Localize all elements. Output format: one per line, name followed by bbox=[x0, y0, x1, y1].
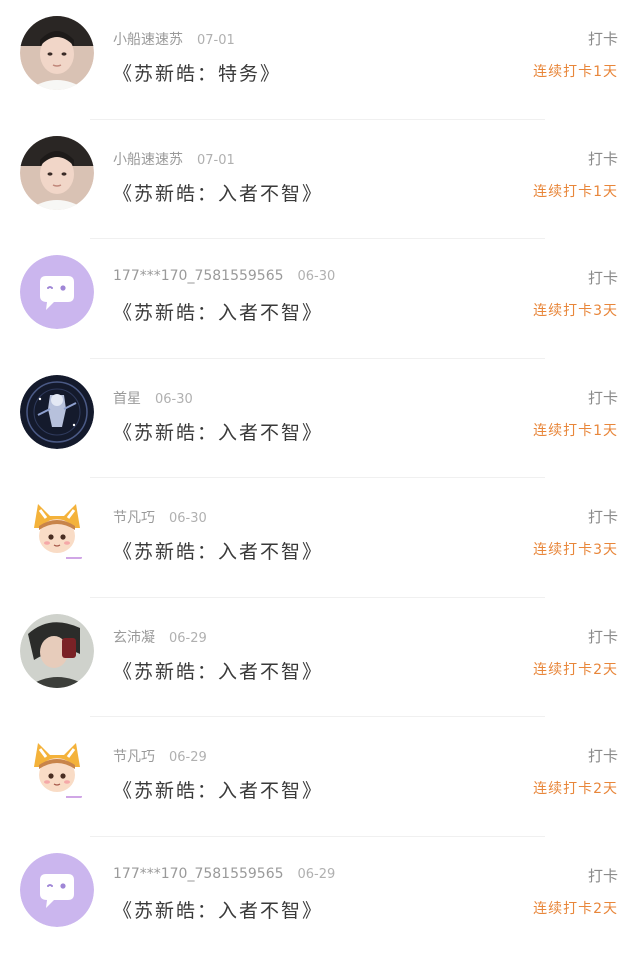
streak-label: 连续打卡1天 bbox=[533, 61, 618, 81]
streak-label: 连续打卡2天 bbox=[533, 898, 618, 918]
photo-avatar-boy-icon[interactable] bbox=[20, 136, 94, 210]
cartoon-cat-hat-avatar-icon[interactable] bbox=[20, 494, 94, 568]
list-item[interactable]: 177***170_758155956506-30 《苏新皓：入者不智》 打卡 … bbox=[0, 239, 640, 359]
list-item[interactable]: 节凡巧 06-30 《苏新皓：入者不智》 打卡 连续打卡3天 bbox=[0, 478, 640, 598]
checkin-title[interactable]: 《苏新皓：入者不智》 bbox=[113, 179, 323, 206]
user-meta: 177***170_7581559565 06-29 bbox=[113, 866, 335, 882]
checkin-title[interactable]: 《苏新皓：入者不智》 bbox=[113, 896, 323, 923]
username[interactable]: 节凡巧 bbox=[113, 510, 155, 526]
checkin-feed: 小船速速苏 07-01 《苏新皓：特务》 打卡 连续打卡1天 小船速速苏 07-01… bbox=[0, 0, 640, 924]
post-date: 06-30 bbox=[155, 392, 193, 407]
photo-avatar-boy-icon[interactable] bbox=[20, 16, 94, 90]
checkin-title[interactable]: 《苏新皓：特务》 bbox=[113, 59, 281, 86]
streak-label: 连续打卡2天 bbox=[533, 659, 618, 679]
checkin-title[interactable]: 《苏新皓：入者不智》 bbox=[113, 776, 323, 803]
post-date: 07-01 bbox=[197, 33, 235, 48]
username[interactable]: 玄沛凝 bbox=[113, 630, 155, 646]
checkin-title[interactable]: 《苏新皓：入者不智》 bbox=[113, 537, 323, 564]
checkin-button[interactable]: 打卡 bbox=[588, 28, 618, 49]
list-item[interactable]: 小船速速苏 07-01 《苏新皓：特务》 打卡 连续打卡1天 bbox=[0, 0, 640, 120]
checkin-button[interactable]: 打卡 bbox=[588, 387, 618, 408]
username[interactable]: 177***170_7581559565 bbox=[113, 268, 284, 284]
username[interactable]: 首星 bbox=[113, 391, 141, 407]
user-meta: 177***170_7581559565 06-30 bbox=[113, 268, 335, 284]
checkin-title[interactable]: 《苏新皓：入者不智》 bbox=[113, 298, 323, 325]
user-meta: 节凡巧 06-30 bbox=[113, 507, 207, 527]
post-date: 06-30 bbox=[169, 511, 207, 526]
checkin-button[interactable]: 打卡 bbox=[588, 148, 618, 169]
user-meta: 小船速速苏 07-01 bbox=[113, 149, 235, 169]
username[interactable]: 小船速速苏 bbox=[113, 152, 183, 168]
user-meta: 玄沛凝 06-29 bbox=[113, 627, 207, 647]
post-date: 07-01 bbox=[197, 153, 235, 168]
streak-label: 连续打卡2天 bbox=[533, 778, 618, 798]
list-item[interactable]: 小船速速苏 07-01 《苏新皓：入者不智》 打卡 连续打卡1天 bbox=[0, 120, 640, 240]
username[interactable]: 节凡巧 bbox=[113, 749, 155, 765]
user-meta: 节凡巧 06-29 bbox=[113, 746, 207, 766]
username[interactable]: 177***170_7581559565 bbox=[113, 866, 284, 882]
user-meta: 小船速速苏 07-01 bbox=[113, 29, 235, 49]
streak-label: 连续打卡1天 bbox=[533, 181, 618, 201]
checkin-button[interactable]: 打卡 bbox=[588, 745, 618, 766]
checkin-title[interactable]: 《苏新皓：入者不智》 bbox=[113, 418, 323, 445]
list-item[interactable]: 177***170_758155956506-29 《苏新皓：入者不智》 打卡 … bbox=[0, 837, 640, 956]
streak-label: 连续打卡3天 bbox=[533, 300, 618, 320]
post-date: 06-29 bbox=[169, 631, 207, 646]
default-chat-avatar-icon[interactable] bbox=[20, 255, 94, 329]
photo-avatar-drinking-icon[interactable] bbox=[20, 614, 94, 688]
list-item[interactable]: 节凡巧 06-29 《苏新皓：入者不智》 打卡 连续打卡2天 bbox=[0, 717, 640, 837]
list-item[interactable]: 玄沛凝 06-29 《苏新皓：入者不智》 打卡 连续打卡2天 bbox=[0, 598, 640, 718]
post-date: 06-29 bbox=[298, 867, 336, 882]
list-item[interactable]: 首星 06-30 《苏新皓：入者不智》 打卡 连续打卡1天 bbox=[0, 359, 640, 479]
streak-label: 连续打卡3天 bbox=[533, 539, 618, 559]
post-date: 06-30 bbox=[298, 269, 336, 284]
post-date: 06-29 bbox=[169, 750, 207, 765]
username[interactable]: 小船速速苏 bbox=[113, 32, 183, 48]
checkin-title[interactable]: 《苏新皓：入者不智》 bbox=[113, 657, 323, 684]
cartoon-cat-hat-avatar-icon[interactable] bbox=[20, 733, 94, 807]
checkin-button[interactable]: 打卡 bbox=[588, 267, 618, 288]
dark-character-avatar-icon[interactable] bbox=[20, 375, 94, 449]
streak-label: 连续打卡1天 bbox=[533, 420, 618, 440]
checkin-button[interactable]: 打卡 bbox=[588, 865, 618, 886]
default-chat-avatar-icon[interactable] bbox=[20, 853, 94, 927]
user-meta: 首星 06-30 bbox=[113, 388, 193, 408]
checkin-button[interactable]: 打卡 bbox=[588, 626, 618, 647]
checkin-button[interactable]: 打卡 bbox=[588, 506, 618, 527]
